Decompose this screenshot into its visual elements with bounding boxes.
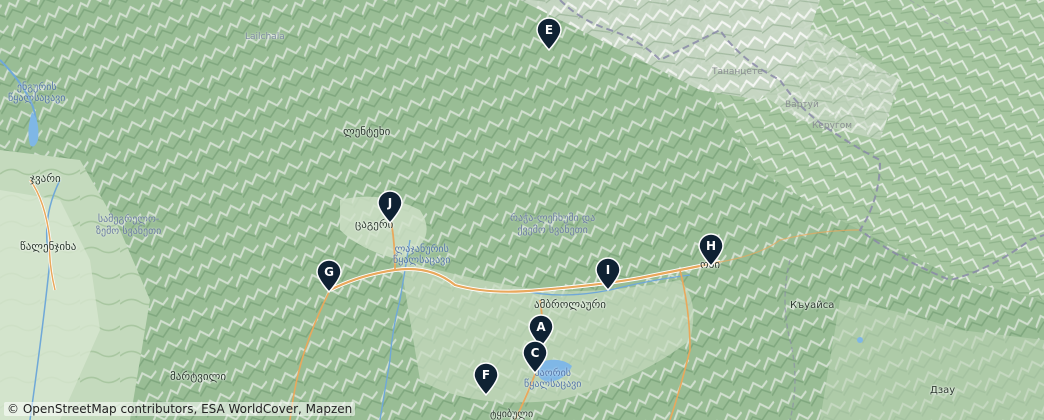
marker-a-label: A <box>536 320 546 334</box>
map-attribution[interactable]: © OpenStreetMap contributors, ESA WorldC… <box>4 402 356 416</box>
map-view[interactable]: Lailchala ლენტეხი ცაგერი ამბროლაური ონი … <box>0 0 1044 420</box>
map-pin-icon[interactable]: J <box>376 190 404 224</box>
marker-f-label: F <box>481 368 491 382</box>
marker-j-label: J <box>387 196 393 210</box>
map-pin-icon[interactable]: I <box>594 257 622 291</box>
map-pin-icon[interactable]: F <box>472 362 500 396</box>
marker-i-label: I <box>605 263 611 277</box>
map-pin-icon[interactable]: E <box>535 17 563 51</box>
marker-e-label: E <box>544 23 554 37</box>
marker-g-label: G <box>324 265 334 279</box>
marker-c-label: C <box>530 346 540 360</box>
marker-h-label: H <box>705 239 717 253</box>
map-pin-icon[interactable]: H <box>697 233 725 267</box>
map-pin-icon[interactable]: G <box>315 259 343 293</box>
map-pin-icon[interactable]: C <box>521 340 549 374</box>
